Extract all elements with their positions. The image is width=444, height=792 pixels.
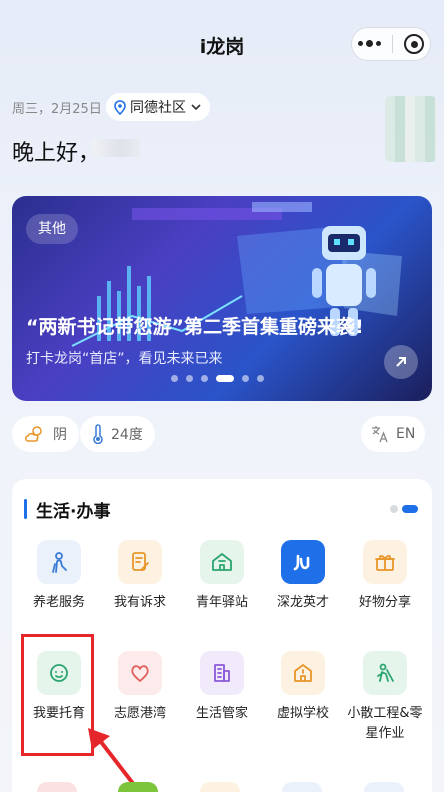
arrow-up-right-icon[interactable] <box>384 345 418 379</box>
service-item[interactable]: 我有诉求 <box>100 540 180 613</box>
weather-condition: 阴 <box>53 427 67 443</box>
carousel-dot[interactable] <box>242 375 249 382</box>
next-row-icon-peek <box>364 782 404 792</box>
temperature-value: 24度 <box>111 427 143 443</box>
carousel-indicators[interactable] <box>171 375 264 382</box>
section-title: 生活·办事 <box>36 502 111 522</box>
mini-program-capsule <box>351 27 431 61</box>
next-row-icon-peek <box>37 782 77 792</box>
service-label: 好物分享 <box>358 595 411 610</box>
capsule-divider <box>391 35 393 53</box>
temperature-pill: 24度 <box>80 416 155 452</box>
gift-icon <box>363 540 407 584</box>
next-row-icon-peek <box>118 782 158 792</box>
service-item[interactable]: 青年驿站 <box>182 540 262 613</box>
next-row-icon-peek <box>282 782 322 792</box>
greeting-text: 晚上好， <box>12 141 101 166</box>
service-label: 青年驿站 <box>195 595 248 610</box>
service-item[interactable]: 志愿港湾 <box>100 651 180 724</box>
service-label: 虚拟学校 <box>276 706 329 721</box>
carousel-dot[interactable] <box>171 375 178 382</box>
service-item[interactable]: 虚拟学校 <box>263 651 343 724</box>
note-edit-icon <box>118 540 162 584</box>
banner-subtitle: 打卡龙岗“首店”，看见未来已来 <box>26 351 223 367</box>
translate-icon <box>372 426 388 443</box>
close-target-icon[interactable] <box>404 34 425 54</box>
service-label: 生活管家 <box>195 706 248 721</box>
service-item[interactable]: 生活管家 <box>182 651 262 724</box>
service-label: 我有诉求 <box>113 595 166 610</box>
worker-icon <box>363 651 407 695</box>
avatar[interactable] <box>385 96 437 162</box>
carousel-dot[interactable] <box>186 375 193 382</box>
elderly-icon <box>37 540 81 584</box>
building-icon <box>200 651 244 695</box>
cloudy-icon <box>25 426 42 442</box>
service-item[interactable]: 小散工程&零星作业 <box>345 651 425 744</box>
more-icon[interactable] <box>357 40 381 47</box>
section-accent-bar <box>24 499 27 519</box>
service-item[interactable]: 养老服务 <box>19 540 99 613</box>
community-selector[interactable]: 同德社区 <box>106 93 210 121</box>
carousel-dot[interactable] <box>201 375 208 382</box>
language-switch[interactable]: EN <box>361 416 426 452</box>
carousel-dot[interactable] <box>257 375 264 382</box>
language-label: EN <box>396 426 416 442</box>
heart-icon <box>118 651 162 695</box>
weather-pill: 阴 <box>12 416 79 452</box>
shenlong-logo-icon <box>281 540 325 584</box>
service-label: 志愿港湾 <box>113 706 166 721</box>
service-item[interactable]: 好物分享 <box>345 540 425 613</box>
grid-page-indicator <box>390 505 418 513</box>
banner-category-tag: 其他 <box>26 214 78 244</box>
date-label: 周三，2月25日 <box>12 102 102 117</box>
next-row-icon-peek <box>200 782 240 792</box>
thermometer-icon <box>93 424 103 444</box>
top-bar: i龙岗 <box>0 0 444 88</box>
service-item[interactable]: 深龙英才 <box>263 540 343 613</box>
house-icon <box>200 540 244 584</box>
promo-banner[interactable]: 其他 “两新书记带您游”第二季首集重磅来袭! 打卡龙岗“首店”，看见未来已来 <box>12 196 432 401</box>
service-label: 养老服务 <box>32 595 85 610</box>
banner-title: “两新书记带您游”第二季首集重磅来袭! <box>26 316 364 338</box>
carousel-dot[interactable] <box>216 375 234 382</box>
community-name: 同德社区 <box>130 100 186 116</box>
service-label: 小散工程&零星作业 <box>347 706 423 741</box>
user-name-redacted <box>92 139 140 157</box>
service-label: 深龙英才 <box>276 595 329 610</box>
chevron-down-icon <box>191 104 201 111</box>
school-icon <box>281 651 325 695</box>
location-pin-icon <box>114 99 126 115</box>
